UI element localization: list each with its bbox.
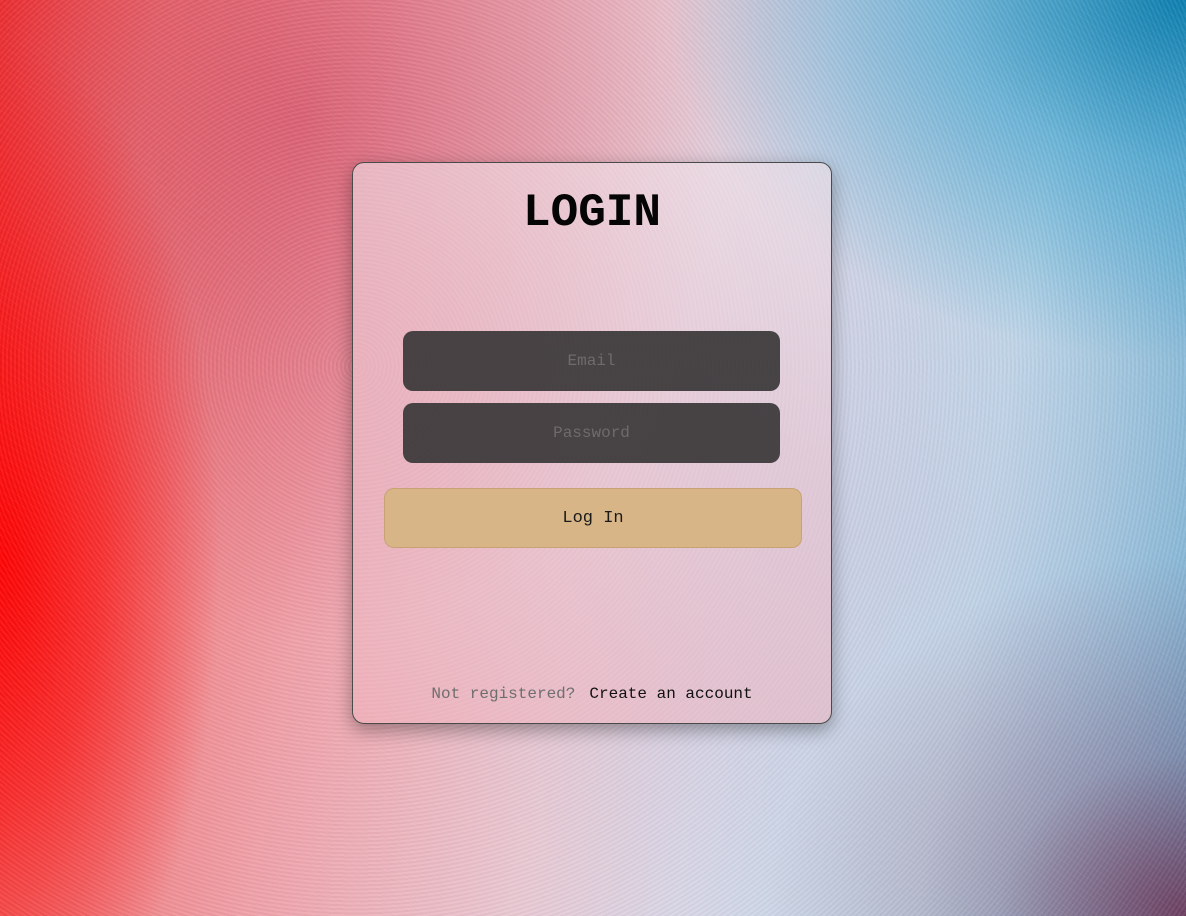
password-input[interactable] — [403, 403, 780, 463]
not-registered-text: Not registered? — [431, 685, 576, 703]
create-account-link[interactable]: Create an account — [589, 685, 752, 703]
login-card: LOGIN Log In Not registered? Create an ac… — [352, 162, 832, 724]
email-input[interactable] — [403, 331, 780, 391]
login-title: LOGIN — [522, 187, 662, 239]
login-button[interactable]: Log In — [384, 488, 802, 548]
register-prompt: Not registered? Create an account — [353, 685, 831, 703]
